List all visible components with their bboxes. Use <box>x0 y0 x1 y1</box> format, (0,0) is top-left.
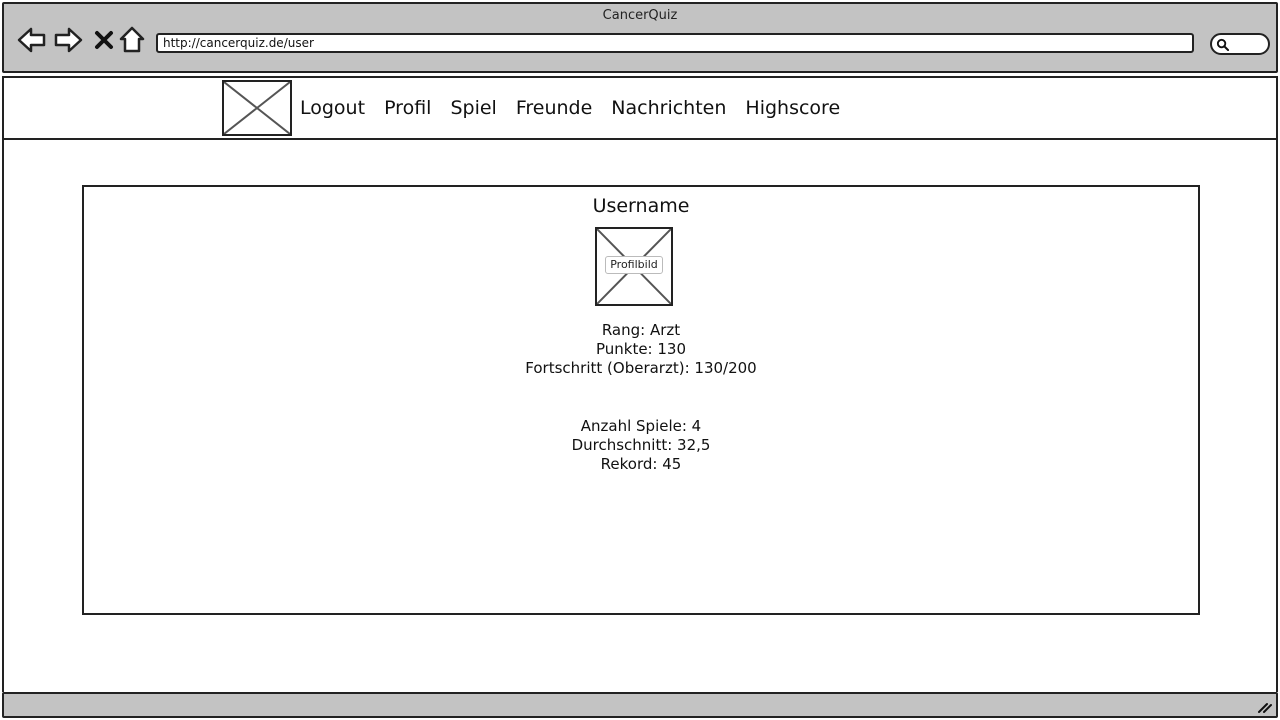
search-icon <box>1216 38 1229 51</box>
game-stats: Anzahl Spiele: 4 Durchschnitt: 32,5 Reko… <box>84 417 1198 474</box>
top-navigation: Logout Profil Spiel Freunde Nachrichten … <box>4 76 1276 140</box>
browser-toolbar: CancerQuiz <box>2 2 1278 73</box>
nav-nachrichten[interactable]: Nachrichten <box>611 96 726 120</box>
nav-freunde[interactable]: Freunde <box>516 96 592 120</box>
browser-status-bar <box>2 692 1278 718</box>
main-menu: Logout Profil Spiel Freunde Nachrichten … <box>300 96 840 120</box>
window-title: CancerQuiz <box>602 8 678 23</box>
nav-highscore[interactable]: Highscore <box>745 96 840 120</box>
profile-picture-placeholder: Profilbild <box>595 227 673 306</box>
forward-arrow-icon[interactable] <box>52 24 84 56</box>
username-heading: Username <box>592 195 690 217</box>
back-arrow-icon[interactable] <box>16 24 48 56</box>
home-icon[interactable] <box>116 24 148 56</box>
stat-rank: Rang: Arzt <box>601 321 681 339</box>
stat-points: Punkte: 130 <box>595 340 687 358</box>
resize-grip-icon[interactable] <box>1256 699 1272 713</box>
page-viewport: Logout Profil Spiel Freunde Nachrichten … <box>2 76 1278 692</box>
stat-progress: Fortschritt (Oberarzt): 130/200 <box>525 359 757 377</box>
stat-games-count: Anzahl Spiele: 4 <box>580 417 702 435</box>
nav-spiel[interactable]: Spiel <box>450 96 496 120</box>
nav-profil[interactable]: Profil <box>384 96 431 120</box>
profile-picture-label: Profilbild <box>605 256 663 274</box>
profile-card: Username Profilbild Rang: Arzt Punkte: 1… <box>82 185 1200 615</box>
rank-stats: Rang: Arzt Punkte: 130 Fortschritt (Ober… <box>84 321 1198 378</box>
browser-search-field[interactable] <box>1210 33 1270 55</box>
address-bar[interactable] <box>156 33 1194 53</box>
nav-logout[interactable]: Logout <box>300 96 365 120</box>
stat-average: Durchschnitt: 32,5 <box>571 436 711 454</box>
logo-placeholder-image[interactable] <box>222 80 292 136</box>
stat-record: Rekord: 45 <box>600 455 682 473</box>
